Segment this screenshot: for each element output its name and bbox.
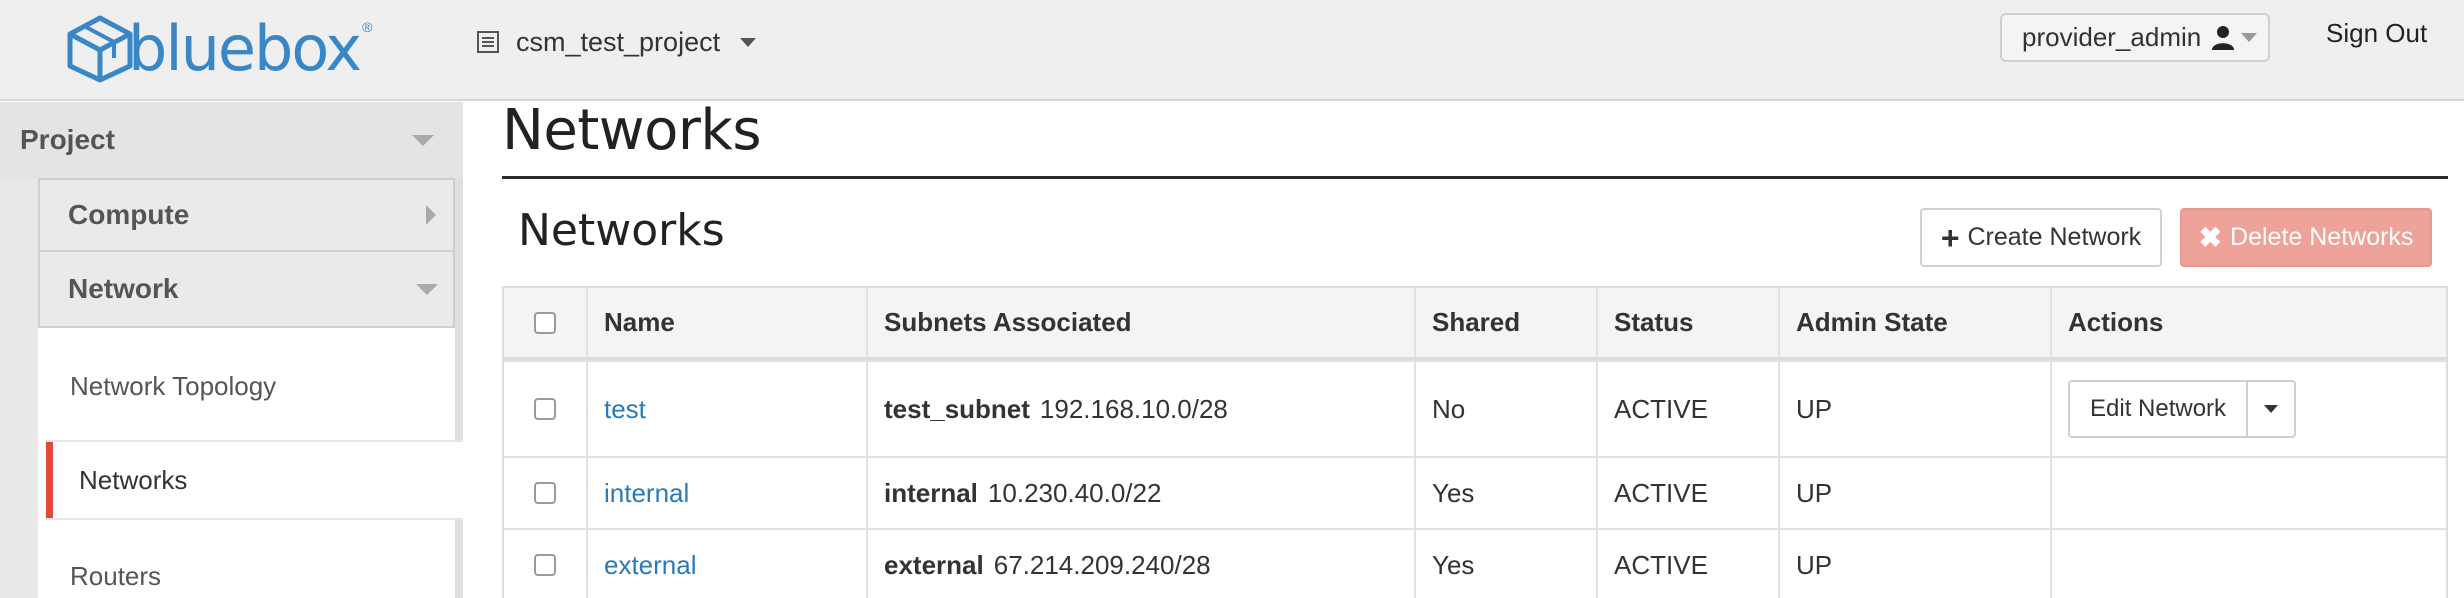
x-icon: ✖ (2198, 222, 2223, 253)
column-header-status[interactable]: Status (1596, 288, 1778, 357)
project-switcher-label: csm_test_project (516, 26, 721, 57)
top-bar: bluebox ® csm_test_project provider_admi… (0, 0, 2464, 101)
admin-state-cell: UP (1778, 458, 2050, 528)
subnet-cidr: 10.230.40.0/22 (987, 477, 1162, 508)
row-checkbox[interactable] (534, 554, 556, 576)
sidebar-project-header[interactable]: Project (0, 102, 463, 178)
network-name-link[interactable]: test (604, 394, 646, 425)
select-all-checkbox[interactable] (534, 311, 556, 334)
network-name-link[interactable]: internal (604, 478, 689, 509)
sidebar-item-label: Routers (70, 560, 162, 591)
sidebar-gutter (0, 178, 38, 598)
subnets-cell: external 67.214.209.240/28 (866, 530, 1414, 598)
name-cell: internal (586, 458, 866, 528)
create-network-label: Create Network (1967, 223, 2142, 251)
chevron-down-icon (2241, 33, 2258, 42)
sidebar-item-networks[interactable]: Networks (46, 442, 463, 518)
row-checkbox[interactable] (534, 398, 556, 420)
sidebar-item-label: Networks (79, 464, 188, 495)
subnets-cell: internal 10.230.40.0/22 (866, 458, 1414, 528)
name-cell: external (586, 530, 866, 598)
subnet-name: internal (884, 477, 978, 508)
sidebar-item-routers[interactable]: Routers (38, 538, 455, 598)
sidebar-scrollbar[interactable] (455, 178, 463, 598)
row-select-cell (504, 362, 586, 456)
chevron-down-icon (740, 37, 757, 47)
title-divider (502, 176, 2448, 179)
status-cell: ACTIVE (1596, 530, 1778, 598)
status-cell: ACTIVE (1596, 362, 1778, 456)
column-header-name[interactable]: Name (586, 288, 866, 357)
user-menu[interactable]: provider_admin (2000, 13, 2270, 62)
plus-icon: + (1940, 219, 1960, 256)
edit-network-button[interactable]: Edit Network (2070, 382, 2247, 436)
table-title: Networks (518, 205, 725, 256)
column-header-actions: Actions (2050, 288, 2446, 357)
create-network-button[interactable]: + Create Network (1920, 208, 2162, 267)
name-cell: test (586, 362, 866, 456)
logo-registered-mark: ® (362, 19, 373, 35)
bluebox-logo[interactable]: bluebox ® (62, 14, 372, 84)
select-all-cell (504, 288, 586, 357)
sidebar-project-label: Project (20, 124, 115, 155)
row-select-cell (504, 458, 586, 528)
user-menu-label: provider_admin (2022, 22, 2202, 52)
row-actions-dropdown-toggle[interactable] (2246, 382, 2295, 436)
subnet-cidr: 192.168.10.0/28 (1039, 393, 1228, 424)
row-checkbox[interactable] (534, 482, 556, 504)
status-cell: ACTIVE (1596, 458, 1778, 528)
shared-cell: Yes (1414, 530, 1596, 598)
row-select-cell (504, 530, 586, 598)
shared-cell: Yes (1414, 458, 1596, 528)
user-icon (2212, 25, 2235, 50)
bluebox-logo-icon (67, 15, 133, 83)
chevron-right-icon (426, 205, 436, 225)
sidebar-network-label: Network (68, 273, 179, 304)
subnet-cidr: 67.214.209.240/28 (993, 549, 1211, 580)
sidebar-compute-label: Compute (68, 199, 190, 230)
chevron-down-icon (416, 284, 438, 295)
delete-networks-button[interactable]: ✖ Delete Networks (2180, 208, 2432, 267)
column-header-subnets[interactable]: Subnets Associated (866, 288, 1414, 357)
actions-cell (2050, 458, 2446, 528)
table-row: internal internal 10.230.40.0/22 Yes ACT… (504, 456, 2446, 528)
table-row: external external 67.214.209.240/28 Yes … (504, 528, 2446, 598)
subnet-name: external (884, 549, 984, 580)
chevron-down-icon (412, 135, 434, 146)
sidebar: Project Compute Network Network Topology… (0, 102, 463, 598)
table-row: test test_subnet 192.168.10.0/28 No ACTI… (504, 360, 2446, 456)
actions-cell: Edit Network (2050, 362, 2446, 456)
table-header: Name Subnets Associated Shared Status Ad… (504, 288, 2446, 360)
sidebar-item-label: Network Topology (70, 370, 277, 401)
column-header-shared[interactable]: Shared (1414, 288, 1596, 357)
subnets-cell: test_subnet 192.168.10.0/28 (866, 362, 1414, 456)
networks-table: Name Subnets Associated Shared Status Ad… (502, 286, 2448, 598)
sidebar-item-network-topology[interactable]: Network Topology (38, 348, 455, 424)
sign-out-link[interactable]: Sign Out (2326, 18, 2427, 49)
actions-cell (2050, 530, 2446, 598)
row-actions-group: Edit Network (2068, 380, 2297, 438)
network-name-link[interactable]: external (604, 550, 697, 581)
list-icon (477, 31, 499, 53)
delete-networks-label: Delete Networks (2230, 223, 2414, 251)
subnet-name: test_subnet (884, 393, 1030, 424)
project-switcher[interactable]: csm_test_project (476, 22, 757, 62)
sidebar-compute-header[interactable]: Compute (38, 178, 455, 252)
admin-state-cell: UP (1778, 530, 2050, 598)
chevron-down-icon (2264, 405, 2279, 413)
page-title: Networks (502, 98, 762, 163)
admin-state-cell: UP (1778, 362, 2050, 456)
column-header-admin-state[interactable]: Admin State (1778, 288, 2050, 357)
logo-text: bluebox (128, 12, 362, 85)
shared-cell: No (1414, 362, 1596, 456)
sidebar-network-header[interactable]: Network (38, 252, 455, 328)
